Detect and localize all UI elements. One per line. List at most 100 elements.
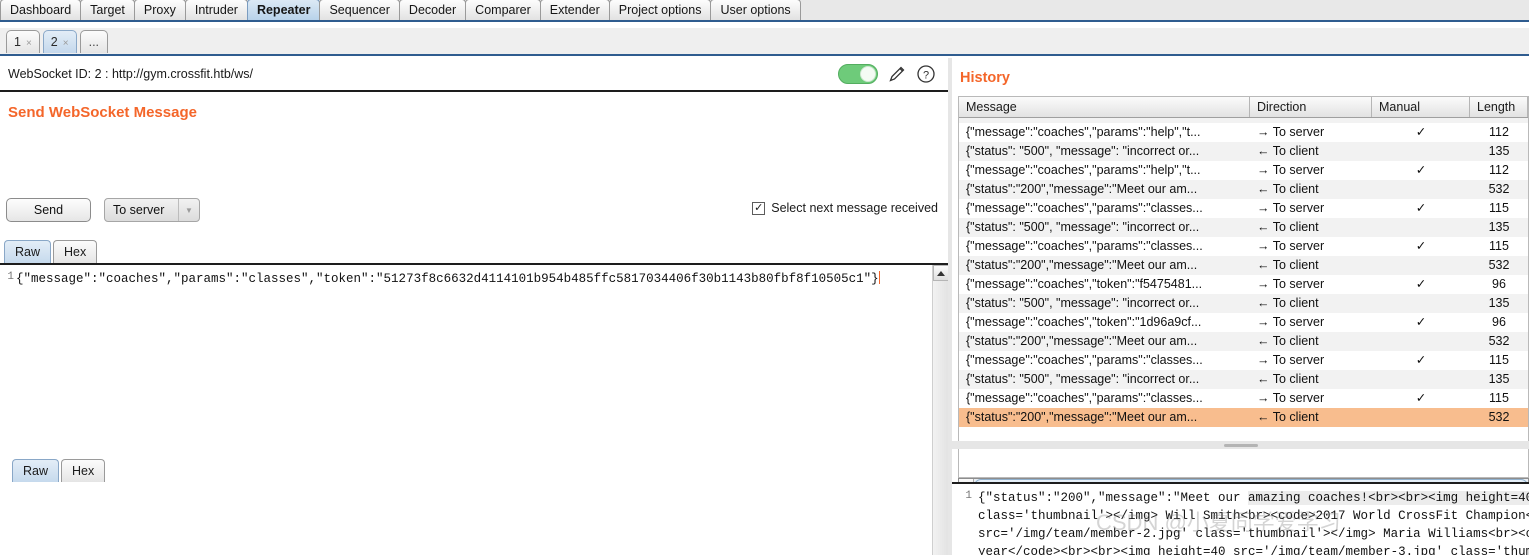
repeater-tab-2[interactable]: 2 × (42, 30, 77, 53)
repeater-tab-moremoremore[interactable]: ... (79, 30, 109, 53)
cell-length: 532 (1488, 410, 1510, 424)
editor-tab-hex[interactable]: Hex (53, 240, 98, 263)
table-row[interactable]: {"message":"coaches","params":"classes..… (959, 237, 1528, 256)
table-row[interactable]: {"message":"coaches","params":"classes..… (959, 351, 1528, 370)
intercept-toggle[interactable] (838, 64, 878, 84)
cell-message: {"message":"coaches","params":"help","t.… (966, 125, 1201, 139)
column-header-manual[interactable]: Manual (1372, 97, 1470, 117)
main-tab-comparer[interactable]: Comparer (465, 0, 541, 20)
select-next-message-checkbox[interactable]: ✓ Select next message received (752, 201, 938, 215)
cell-manual: ✓ (1415, 353, 1427, 367)
repeater-tab-label: 1 (14, 35, 21, 49)
main-tab-proxy[interactable]: Proxy (133, 0, 186, 20)
main-tab-decoder[interactable]: Decoder (398, 0, 467, 20)
cell-direction: → To server (1257, 201, 1325, 215)
response-line-1-plain: {"status":"200","message":"Meet our (978, 491, 1249, 505)
text-caret (878, 271, 880, 284)
chevron-down-icon: ▼ (178, 199, 199, 221)
cell-direction: ← To client (1257, 144, 1319, 158)
column-header-length[interactable]: Length (1470, 97, 1528, 117)
cell-manual (1372, 370, 1470, 389)
response-tab-hex[interactable]: Hex (61, 459, 106, 482)
cell-length: 135 (1488, 296, 1510, 310)
cell-length: 135 (1488, 372, 1510, 386)
main-tab-dashboard[interactable]: Dashboard (0, 0, 82, 20)
editor-text: {"message":"coaches","params":"classes",… (16, 272, 879, 286)
main-tab-project-options[interactable]: Project options (608, 0, 712, 20)
table-row[interactable]: {"status":"200","message":"Meet our am..… (959, 408, 1528, 427)
cell-message: {"message":"coaches","token":"1d96a9cf..… (966, 315, 1202, 329)
table-row[interactable]: {"message":"coaches","params":"classes..… (959, 199, 1528, 218)
main-tab-user-options[interactable]: User options (710, 0, 801, 20)
response-tab-raw[interactable]: Raw (12, 459, 60, 482)
cell-message: {"status":"200","message":"Meet our am..… (966, 182, 1198, 196)
response-line-numbers: 1 (965, 490, 972, 502)
cell-manual (1372, 142, 1470, 161)
table-row[interactable]: {"status":"200","message":"Meet our am..… (959, 332, 1528, 351)
send-websocket-message-title: Send WebSocket Message (8, 104, 197, 121)
cell-length: 115 (1489, 239, 1509, 253)
column-header-message[interactable]: Message (959, 97, 1250, 117)
svg-text:?: ? (923, 70, 929, 82)
main-tab-repeater[interactable]: Repeater (246, 0, 321, 20)
cell-direction: ← To client (1257, 410, 1319, 424)
websocket-id-label: WebSocket ID: 2 : http://gym.crossfit.ht… (8, 67, 253, 81)
cell-manual (1372, 408, 1470, 427)
cell-message: {"status": "500", "message": "incorrect … (966, 372, 1200, 386)
history-pane: History Message Direction Manual Length {"m… (952, 58, 1529, 555)
cell-length: 96 (1492, 277, 1506, 291)
table-row[interactable]: {"status":"200","message":"Meet our am..… (959, 180, 1528, 199)
table-row[interactable]: {"status": "500", "message": "incorrect … (959, 218, 1528, 237)
send-button[interactable]: Send (6, 198, 91, 222)
main-tab-sequencer[interactable]: Sequencer (319, 0, 400, 20)
cell-length: 532 (1488, 334, 1510, 348)
cell-direction: ← To client (1257, 220, 1319, 234)
help-icon[interactable]: ? (916, 64, 936, 84)
main-tab-intruder[interactable]: Intruder (184, 0, 248, 20)
response-viewer[interactable]: 1 {"status":"200","message":"Meet our am… (952, 482, 1529, 555)
response-content: {"status":"200","message":"Meet our amaz… (978, 489, 1529, 555)
cell-manual (1372, 256, 1470, 275)
table-row[interactable]: {"status": "500", "message": "incorrect … (959, 142, 1528, 161)
main-tab-extender[interactable]: Extender (539, 0, 610, 20)
cell-length: 115 (1489, 201, 1509, 215)
main-tab-target[interactable]: Target (80, 0, 135, 20)
cell-message: {"message":"coaches","params":"classes..… (966, 201, 1203, 215)
repeater-tab-1[interactable]: 1 × (6, 30, 40, 53)
close-icon[interactable]: × (63, 38, 69, 49)
message-editor[interactable]: 1 {"message":"coaches","params":"classes… (0, 263, 949, 555)
table-row[interactable]: {"message":"coaches","token":"1d96a9cf..… (959, 313, 1528, 332)
table-row[interactable]: {"message":"coaches","token":"f5475481..… (959, 275, 1528, 294)
editor-tab-raw[interactable]: Raw (4, 240, 52, 263)
close-icon[interactable]: × (26, 38, 32, 49)
editor-vertical-scrollbar[interactable] (932, 265, 949, 555)
cell-direction: ← To client (1257, 258, 1319, 272)
send-message-pane: WebSocket ID: 2 : http://gym.crossfit.ht… (0, 58, 949, 555)
table-row[interactable]: {"status":"200","message":"Meet our am..… (959, 256, 1528, 275)
scroll-up-arrow-icon[interactable] (933, 265, 949, 281)
horizontal-splitter[interactable] (952, 441, 1529, 449)
cell-manual: ✓ (1415, 163, 1427, 177)
cell-length: 135 (1488, 220, 1510, 234)
response-line-1-highlight: amazing coaches!<br><br><img height=40 s… (1248, 491, 1529, 505)
cell-message: {"status": "500", "message": "incorrect … (966, 220, 1200, 234)
table-row[interactable]: {"message":"coaches","params":"help","t.… (959, 123, 1528, 142)
table-row[interactable]: {"message":"coaches","params":"classes..… (959, 389, 1528, 408)
cell-direction: → To server (1257, 391, 1325, 405)
response-line-4: year</code><br><br><img height=40 src='/… (978, 545, 1529, 555)
column-header-direction[interactable]: Direction (1250, 97, 1372, 117)
history-table-header: Message Direction Manual Length (959, 97, 1528, 118)
cell-message: {"message":"coaches","params":"help","t.… (966, 163, 1201, 177)
cell-manual: ✓ (1415, 277, 1427, 291)
table-row[interactable]: {"status": "500", "message": "incorrect … (959, 294, 1528, 313)
response-view-tabs: Raw Hex (12, 458, 107, 482)
cell-manual: ✓ (1415, 391, 1427, 405)
burp-suite-window: Dashboard Target Proxy Intruder Repeater Sequ… (0, 0, 1529, 555)
table-row[interactable]: {"status": "500", "message": "incorrect … (959, 370, 1528, 389)
editor-content[interactable]: {"message":"coaches","params":"classes",… (16, 271, 922, 288)
pencil-icon[interactable] (887, 64, 907, 84)
cell-length: 115 (1489, 391, 1509, 405)
direction-select[interactable]: To server ▼ (104, 198, 200, 222)
cell-length: 115 (1489, 353, 1509, 367)
table-row[interactable]: {"message":"coaches","params":"help","t.… (959, 161, 1528, 180)
